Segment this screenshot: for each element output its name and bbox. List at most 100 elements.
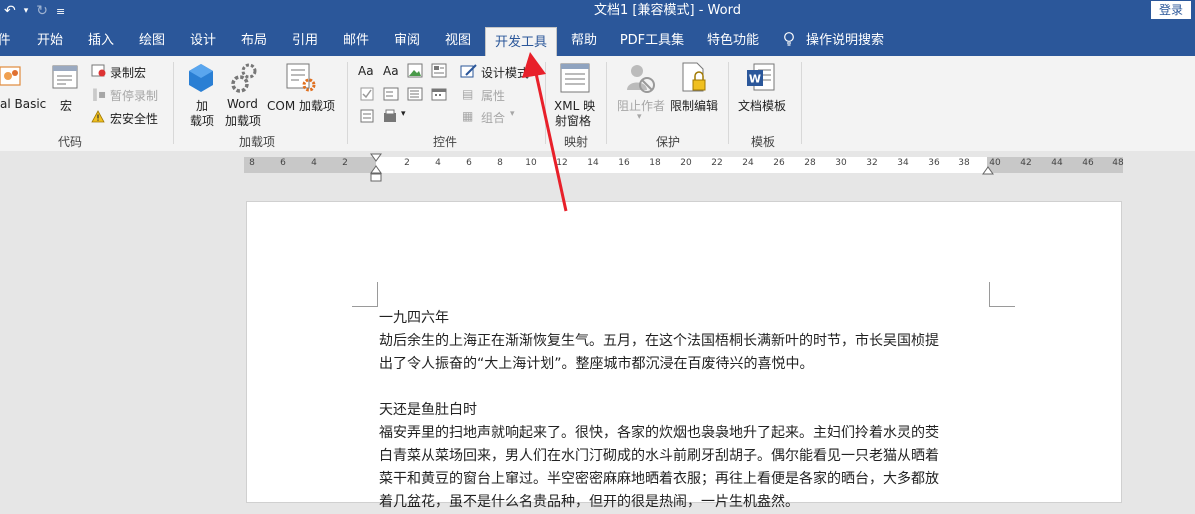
document-line: 天还是鱼肚白时 [379,402,477,418]
document-line: 着几盆花，虽不是什么名贵品种，但开的很是热闹，一片生机盎然。 [379,494,799,510]
ruler-number: 10 [525,158,537,168]
document-template-button[interactable]: 文档模板 [738,97,786,114]
ruler-number: 6 [280,158,286,168]
legacy-tools-dropdown-icon[interactable]: ▾ [401,109,406,119]
ruler-number: 8 [497,158,503,168]
tab-view[interactable]: 视图 [438,22,478,56]
tab-file[interactable]: 件 [0,22,12,56]
pause-recording-button[interactable]: 暂停录制 [110,87,158,104]
ruler-number: 30 [835,158,847,168]
xml-mapping-pane-icon[interactable] [560,63,590,93]
record-macro-button[interactable]: 录制宏 [110,64,146,81]
building-block-icon[interactable] [431,63,447,78]
document-line: 菜干和黄豆的窗台上窜过。半空密密麻麻地晒着衣服；再往上看便是各家的晒台，大多都放 [379,471,939,487]
document-line: 出了令人振奋的“大上海计划”。整座城市都沉浸在百废待兴的喜悦中。 [379,356,814,372]
word-addins-line2[interactable]: 加载项 [225,112,261,129]
checkbox-control-icon[interactable] [360,87,374,101]
group-separator [347,62,348,144]
ribbon-tab-bar: 件 开始 插入 绘图 设计 布局 引用 邮件 审阅 视图 开发工具 帮助 PDF… [0,22,1195,56]
legacy-tools-icon[interactable] [383,109,399,123]
ruler-number: 22 [711,158,723,168]
tab-layout[interactable]: 布局 [234,22,274,56]
macros-icon[interactable] [52,64,80,92]
group-separator [173,62,174,144]
document-line: 白青菜从菜场回来，男人们在水门汀砌成的水斗前刷牙刮胡子。偶尔能看见一只老猫从晒着 [379,448,939,464]
combo-box-control-icon[interactable] [383,87,399,101]
group-label-code: 代码 [57,135,82,149]
tab-design[interactable]: 设计 [183,22,223,56]
ruler-number: 2 [404,158,410,168]
addins-button-line2[interactable]: 载项 [190,112,214,129]
right-indent-marker-icon[interactable] [982,165,994,175]
tab-insert[interactable]: 插入 [81,22,121,56]
tab-references[interactable]: 引用 [285,22,325,56]
ruler-number: 24 [742,158,754,168]
ruler-number: 48 [1112,158,1124,168]
design-mode-button[interactable]: 设计模式 [481,64,529,81]
tab-home[interactable]: 开始 [30,22,70,56]
ruler-number: 20 [680,158,692,168]
visual-basic-button[interactable]: al Basic [0,97,46,111]
addins-icon[interactable] [187,63,215,93]
tab-help[interactable]: 帮助 [564,22,604,56]
tab-draw[interactable]: 绘图 [132,22,172,56]
ruler-number: 14 [587,158,599,168]
group-icon: ▦ [462,109,474,123]
properties-icon: ▤ [462,87,474,101]
ruler-number: 42 [1020,158,1032,168]
group-label-mapping: 映射 [563,135,588,149]
properties-button[interactable]: 属性 [481,87,505,104]
date-picker-control-icon[interactable] [431,87,447,101]
restrict-editing-button[interactable]: 限制编辑 [670,97,718,114]
macro-security-button[interactable]: 宏安全性 [110,110,158,127]
ruler-number: 16 [618,158,630,168]
picture-control-icon[interactable] [407,63,423,78]
xml-mapping-line2[interactable]: 射窗格 [555,112,591,129]
group-separator [728,62,729,144]
ruler-number: 46 [1082,158,1094,168]
group-button[interactable]: 组合 [481,109,505,126]
indent-marker-icon[interactable] [370,153,382,183]
ruler-number: 4 [435,158,441,168]
word-addins-line1[interactable]: Word [227,97,258,111]
tab-developer[interactable]: 开发工具 [485,27,557,56]
tab-mailings[interactable]: 邮件 [336,22,376,56]
crop-mark-top-right [989,282,1015,307]
plain-text-control-icon[interactable]: Aa [383,64,399,78]
visual-basic-icon[interactable] [0,64,24,90]
ruler-number: 34 [897,158,909,168]
block-authors-dropdown-icon[interactable]: ▾ [637,112,642,122]
pause-icon: ‖▪ [92,87,107,101]
macros-button[interactable]: 宏 [60,97,72,114]
repeating-section-icon[interactable] [360,109,374,123]
word-addins-gear-icon[interactable] [229,62,259,94]
document-line: 劫后余生的上海正在渐渐恢复生气。五月，在这个法国梧桐长满新叶的时节，市长吴国桢提 [379,333,939,349]
tab-features[interactable]: 特色功能 [700,22,766,56]
ruler-number: 36 [928,158,940,168]
login-button[interactable]: 登录 [1150,1,1191,19]
tab-pdf-tools[interactable]: PDF工具集 [615,22,689,56]
document-line: 福安弄里的扫地声就响起来了。很快，各家的炊烟也袅袅地升了起来。主妇们拎着水灵的茭 [379,425,939,441]
group-label-templates: 模板 [750,135,775,149]
document-line: 一九四六年 [379,310,449,326]
restrict-editing-icon[interactable] [681,62,709,94]
block-authors-icon[interactable] [625,62,657,94]
title-bar: ↶ ▾ ↻ ≡ 文档1 [兼容模式] - Word 登录 [0,0,1195,22]
design-mode-icon[interactable] [460,63,478,79]
ruler-number: 44 [1051,158,1063,168]
tell-me-search[interactable]: 操作说明搜索 [806,22,896,56]
com-addins-button[interactable]: COM 加载项 [267,97,335,114]
ruler-number: 2 [342,158,348,168]
ruler-number: 12 [556,158,568,168]
group-separator [801,62,802,144]
rich-text-control-icon[interactable]: Aa [358,64,374,78]
ribbon-developer: al Basic 宏 录制宏 ‖▪ 暂停录制 宏安全性 代码 加 载项 Word… [0,56,1195,152]
warning-icon [91,110,105,123]
com-addins-icon[interactable] [285,63,317,93]
ruler-number: 8 [249,158,255,168]
group-dropdown-icon[interactable]: ▾ [510,109,515,119]
document-template-icon[interactable]: W [746,62,776,94]
tab-review[interactable]: 审阅 [387,22,427,56]
dropdown-list-control-icon[interactable] [407,87,423,101]
record-macro-icon[interactable] [91,64,107,78]
